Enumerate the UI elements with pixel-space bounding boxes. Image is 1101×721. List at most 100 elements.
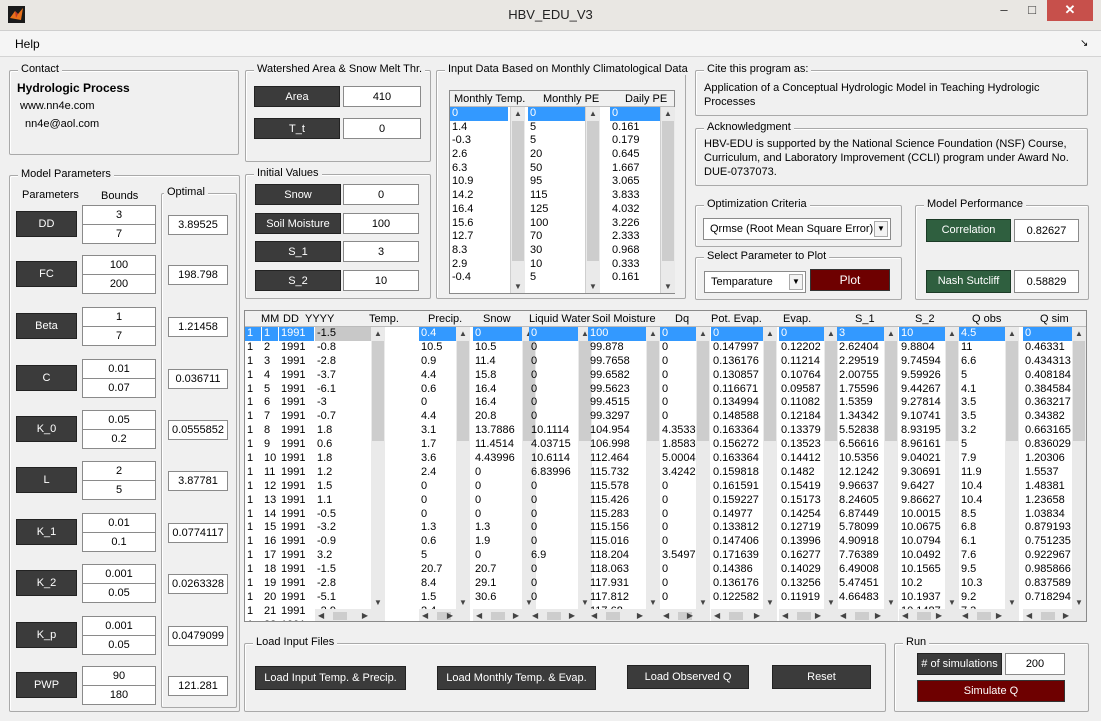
column-hscrollbar[interactable]: ◀ ▶	[959, 609, 1019, 621]
table-cell[interactable]: 10.3	[959, 577, 1005, 591]
table-cell[interactable]: 1991	[279, 535, 314, 549]
table-cell[interactable]: 0	[660, 341, 696, 355]
table-cell[interactable]: 1	[245, 452, 261, 466]
table-cell[interactable]: 1991	[279, 452, 314, 466]
table-cell[interactable]: 8.5	[959, 508, 1005, 522]
list-item[interactable]: 125	[528, 203, 586, 217]
table-cell[interactable]: 3.6	[419, 452, 456, 466]
table-cell[interactable]: 1	[245, 383, 261, 397]
table-cell[interactable]: 0.34382	[1023, 410, 1072, 424]
table-cell[interactable]: 0	[529, 535, 578, 549]
table-cell[interactable]: 117.812	[588, 591, 646, 605]
table-column-temp[interactable]: -1.5 -0.8 -2.8 -3.7 -6.1 -3 -0.7 1.8 0.6 1.8 1.2 1.…	[315, 327, 371, 621]
table-cell[interactable]: 1.5	[419, 591, 456, 605]
table-cell[interactable]: 99.7658	[588, 355, 646, 369]
table-cell[interactable]: 0.156272	[711, 438, 763, 452]
table-cell[interactable]: 0.147406	[711, 535, 763, 549]
table-cell[interactable]: 0	[529, 591, 578, 605]
list-item[interactable]: 10.9	[450, 175, 508, 189]
table-cell[interactable]: 115.732	[588, 466, 646, 480]
column-scrollbar[interactable]: ▲▼	[763, 327, 777, 609]
table-cell[interactable]: 0	[660, 383, 696, 397]
column-header[interactable]: MM	[261, 313, 279, 325]
table-cell[interactable]: 1.34342	[837, 410, 884, 424]
table-cell[interactable]: 7.76389	[837, 549, 884, 563]
table-cell[interactable]: 2.00755	[837, 369, 884, 383]
param-upper-bound[interactable]: 0.2	[82, 429, 156, 449]
table-cell[interactable]: 8.4	[419, 577, 456, 591]
table-cell[interactable]: 118.063	[588, 563, 646, 577]
param-upper-bound[interactable]: 200	[82, 274, 156, 294]
table-cell[interactable]: 0	[529, 396, 578, 410]
table-cell[interactable]: 0	[779, 327, 824, 341]
table-cell[interactable]: 1	[245, 438, 261, 452]
table-cell[interactable]: 10.6114	[529, 452, 578, 466]
table-cell[interactable]: 9.5	[959, 563, 1005, 577]
list-item[interactable]: 12.7	[450, 230, 508, 244]
column-header[interactable]: S_1	[855, 313, 875, 325]
table-cell[interactable]: 9	[262, 438, 278, 452]
table-cell[interactable]: -6.1	[315, 383, 371, 397]
table-cell[interactable]: 9.86627	[899, 494, 945, 508]
list-item[interactable]: 14.2	[450, 189, 508, 203]
table-column-liquid[interactable]: 0 0 0 0 0 0 0 10.1114 4.03715 10.6114 6.83996 0 0 0 0 0…	[529, 327, 578, 621]
param-lower-bound[interactable]: 100	[82, 255, 156, 275]
table-cell[interactable]: 1.1	[315, 494, 371, 508]
table-column-s1[interactable]: 3 2.62404 2.29519 2.00755 1.75596 1.5359 1.343…	[837, 327, 884, 621]
table-cell[interactable]: 0	[419, 494, 456, 508]
table-cell[interactable]: 10.5	[473, 341, 522, 355]
param-upper-bound[interactable]: 7	[82, 224, 156, 244]
column-header[interactable]: Q obs	[972, 313, 1001, 325]
table-cell[interactable]: 5.52838	[837, 424, 884, 438]
minimize-button[interactable]: –	[990, 0, 1018, 21]
s1-input[interactable]: 3	[343, 241, 419, 262]
column-scrollbar[interactable]: ▲▼	[456, 327, 470, 609]
table-cell[interactable]: 4	[262, 369, 278, 383]
table-cell[interactable]: 1.8583	[660, 438, 696, 452]
table-cell[interactable]: -0.9	[315, 535, 371, 549]
table-cell[interactable]: 0.11919	[779, 591, 824, 605]
table-cell[interactable]: 99.3297	[588, 410, 646, 424]
table-cell[interactable]: 1.3	[419, 521, 456, 535]
table-cell[interactable]: 3.5	[959, 410, 1005, 424]
table-cell[interactable]: 10.1937	[899, 591, 945, 605]
list-item[interactable]: 8.3	[450, 244, 508, 258]
table-cell[interactable]: 11.4	[473, 355, 522, 369]
table-cell[interactable]: 0.136176	[711, 577, 763, 591]
table-cell[interactable]: 10.0492	[899, 549, 945, 563]
column-header[interactable]: DD	[283, 313, 299, 325]
table-cell[interactable]: 0	[660, 535, 696, 549]
table-cell[interactable]: 11.9	[959, 466, 1005, 480]
table-cell[interactable]: 0.161591	[711, 480, 763, 494]
reset-button[interactable]: Reset	[772, 665, 871, 689]
param-upper-bound[interactable]: 7	[82, 326, 156, 346]
table-cell[interactable]: 0	[473, 549, 522, 563]
table-cell[interactable]: 0.384584	[1023, 383, 1072, 397]
column-scrollbar[interactable]: ▲▼	[1072, 327, 1086, 609]
table-cell[interactable]: 9.2	[959, 591, 1005, 605]
table-cell[interactable]: 4.3533	[660, 424, 696, 438]
table-cell[interactable]: 10.4	[959, 480, 1005, 494]
table-cell[interactable]: 0.16277	[779, 549, 824, 563]
table-cell[interactable]: 0.12184	[779, 410, 824, 424]
table-cell[interactable]: 1	[245, 410, 261, 424]
table-cell[interactable]: 99.4515	[588, 396, 646, 410]
table-cell[interactable]: 0	[419, 396, 456, 410]
table-cell[interactable]: 112.464	[588, 452, 646, 466]
table-column-yyyy[interactable]: 1991 1991 1991 1991 1991 1991 1991 1991 1991 1991…	[279, 327, 314, 621]
table-cell[interactable]: 0.163364	[711, 424, 763, 438]
table-cell[interactable]: 1991	[279, 383, 314, 397]
table-cell[interactable]: 30.6	[473, 591, 522, 605]
param-lower-bound[interactable]: 1	[82, 307, 156, 327]
column-hscrollbar[interactable]: ◀ ▶	[779, 609, 838, 621]
table-cell[interactable]: 8.96161	[899, 438, 945, 452]
table-cell[interactable]: 0	[660, 563, 696, 577]
table-cell[interactable]: 4.43996	[473, 452, 522, 466]
table-cell[interactable]: 1	[245, 549, 261, 563]
table-cell[interactable]: 1991	[279, 494, 314, 508]
table-cell[interactable]: 6.9	[529, 549, 578, 563]
param-upper-bound[interactable]: 5	[82, 480, 156, 500]
list-item[interactable]: 10	[528, 258, 586, 272]
table-cell[interactable]: 5	[419, 549, 456, 563]
table-cell[interactable]: 1991	[279, 480, 314, 494]
